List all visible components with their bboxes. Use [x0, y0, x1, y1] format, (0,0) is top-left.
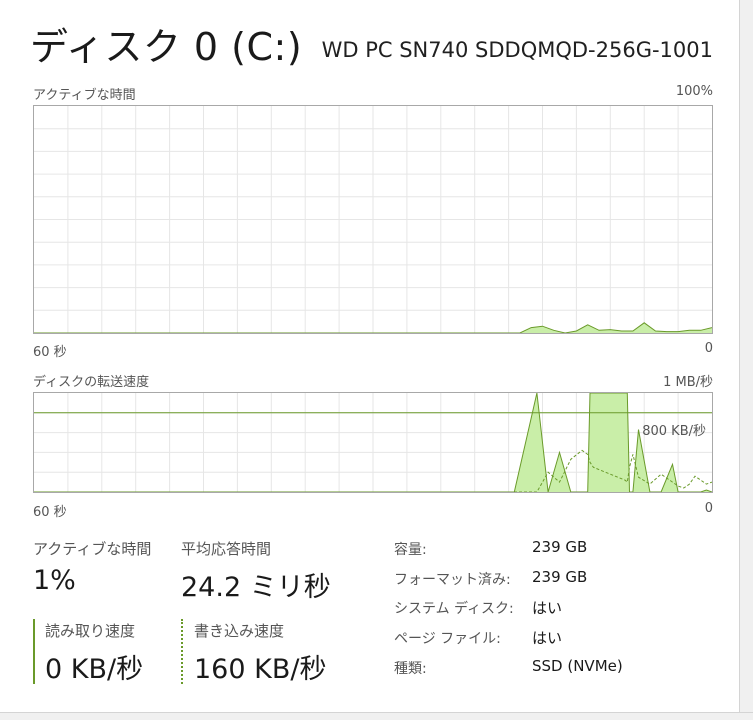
transfer-chart-max: 1 MB/秒 — [663, 375, 713, 390]
prop-page-file-key: ページ ファイル: — [394, 631, 501, 647]
prop-system-disk-key: システム ディスク: — [394, 601, 514, 617]
transfer-chart-label: ディスクの転送速度 — [33, 375, 150, 390]
prop-capacity-key: 容量: — [394, 542, 427, 558]
transfer-rate-svg — [34, 393, 712, 492]
prop-capacity-value: 239 GB — [532, 538, 588, 556]
response-time-label: 平均応答時間 — [181, 540, 272, 558]
active-time-chart — [33, 105, 713, 334]
disk-title: ディスク 0 (C:) — [30, 25, 303, 69]
transfer-ref-label: 800 KB/秒 — [642, 424, 706, 439]
transfer-chart-xend: 0 — [704, 501, 713, 516]
transfer-rate-chart: 800 KB/秒 — [33, 392, 713, 493]
active-chart-xstart: 60 秒 — [33, 345, 67, 360]
disk-model: WD PC SN740 SDDQMQD-256G-1001 — [321, 38, 713, 62]
transfer-chart-xstart: 60 秒 — [33, 505, 67, 520]
active-chart-xend: 0 — [704, 341, 713, 356]
read-speed-marker — [33, 619, 35, 684]
active-chart-label: アクティブな時間 — [33, 88, 136, 103]
window-bottom-edge — [0, 712, 753, 720]
active-time-svg — [34, 106, 712, 333]
prop-formatted-key: フォーマット済み: — [394, 572, 511, 588]
window-edge — [740, 0, 753, 720]
prop-type-value: SSD (NVMe) — [532, 657, 623, 675]
active-time-value: 1% — [33, 565, 76, 596]
read-speed-label: 読み取り速度 — [45, 622, 136, 640]
write-speed-label: 書き込み速度 — [194, 622, 285, 640]
prop-system-disk-value: はい — [532, 599, 563, 617]
read-speed-value: 0 KB/秒 — [45, 654, 144, 685]
write-speed-marker — [181, 619, 183, 684]
prop-type-key: 種類: — [394, 661, 427, 677]
write-speed-value: 160 KB/秒 — [194, 654, 327, 685]
active-chart-max: 100% — [675, 84, 713, 99]
active-time-label: アクティブな時間 — [33, 540, 152, 558]
window-border — [739, 0, 740, 720]
response-time-value: 24.2 ミリ秒 — [181, 572, 331, 603]
prop-formatted-value: 239 GB — [532, 568, 588, 586]
prop-page-file-value: はい — [532, 629, 563, 647]
